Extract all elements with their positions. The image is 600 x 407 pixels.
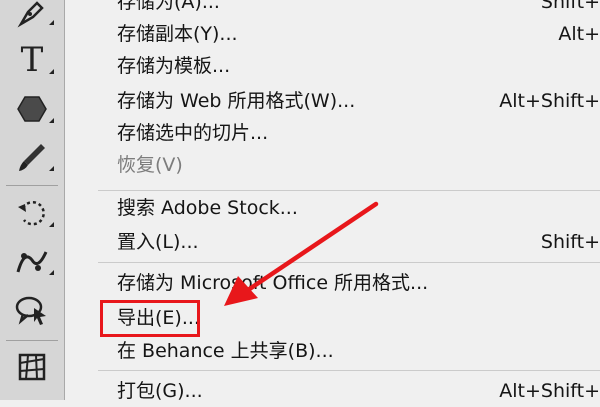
annotation-arrow-icon xyxy=(224,201,379,306)
